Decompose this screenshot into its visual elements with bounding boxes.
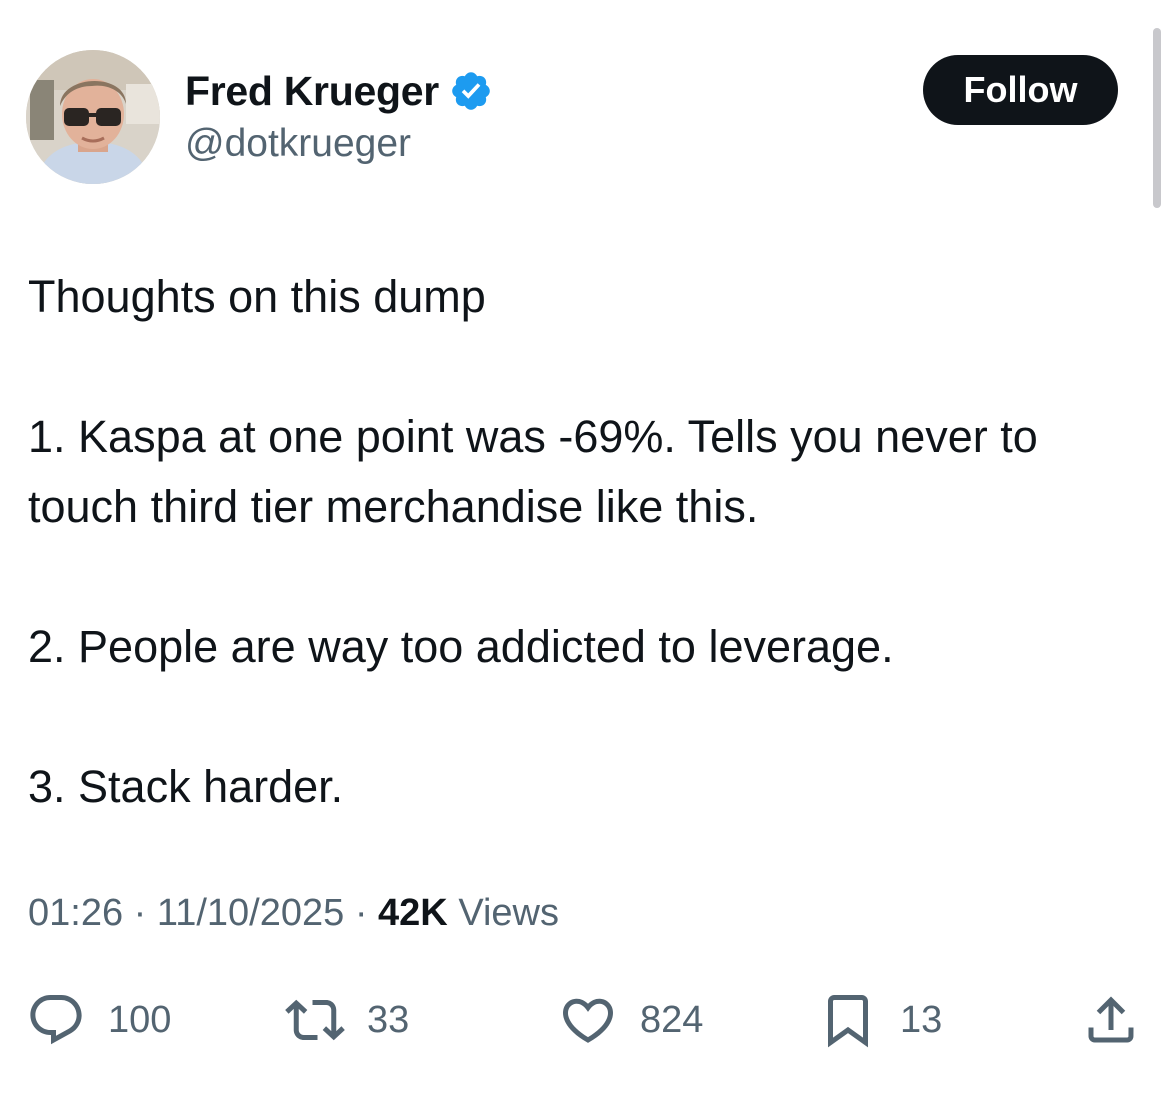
tweet-time[interactable]: 01:26 xyxy=(28,892,123,934)
share-icon xyxy=(1081,990,1141,1050)
like-count: 824 xyxy=(640,998,704,1041)
author-display-name[interactable]: Fred Krueger xyxy=(185,68,439,115)
tweet-point-2: 2. People are way too addicted to levera… xyxy=(28,621,894,672)
avatar[interactable] xyxy=(26,50,160,184)
meta-separator: · xyxy=(354,892,368,934)
author-handle[interactable]: @dotkrueger xyxy=(185,122,411,166)
tweet-point-3: 3. Stack harder. xyxy=(28,761,344,812)
verified-badge-icon[interactable] xyxy=(449,69,493,113)
like-icon xyxy=(558,990,618,1050)
follow-button[interactable]: Follow xyxy=(923,55,1118,125)
views-count: 42K xyxy=(378,892,448,934)
share-button[interactable] xyxy=(1081,985,1141,1055)
reply-button[interactable]: 100 xyxy=(26,985,171,1055)
reply-icon xyxy=(26,990,86,1050)
bookmark-button[interactable]: 13 xyxy=(818,985,942,1055)
repost-icon xyxy=(285,990,345,1050)
meta-separator: · xyxy=(133,892,147,934)
repost-count: 33 xyxy=(367,998,410,1041)
scrollbar[interactable] xyxy=(1153,28,1161,208)
bookmark-count: 13 xyxy=(900,998,943,1041)
bookmark-icon xyxy=(818,990,878,1050)
action-bar: 100 33 824 13 xyxy=(0,985,1170,1055)
tweet-point-1: 1. Kaspa at one point was -69%. Tells yo… xyxy=(28,411,1038,532)
views-label: Views xyxy=(458,892,559,934)
tweet-intro: Thoughts on this dump xyxy=(28,271,486,322)
tweet-text: Thoughts on this dump 1. Kaspa at one po… xyxy=(28,262,1138,822)
tweet-date[interactable]: 11/10/2025 xyxy=(157,892,344,934)
reply-count: 100 xyxy=(108,998,172,1041)
author-name-row: Fred Krueger xyxy=(185,66,493,116)
repost-button[interactable]: 33 xyxy=(285,985,409,1055)
tweet-meta: 01:26 · 11/10/2025 · 42K Views xyxy=(28,892,559,935)
like-button[interactable]: 824 xyxy=(558,985,703,1055)
